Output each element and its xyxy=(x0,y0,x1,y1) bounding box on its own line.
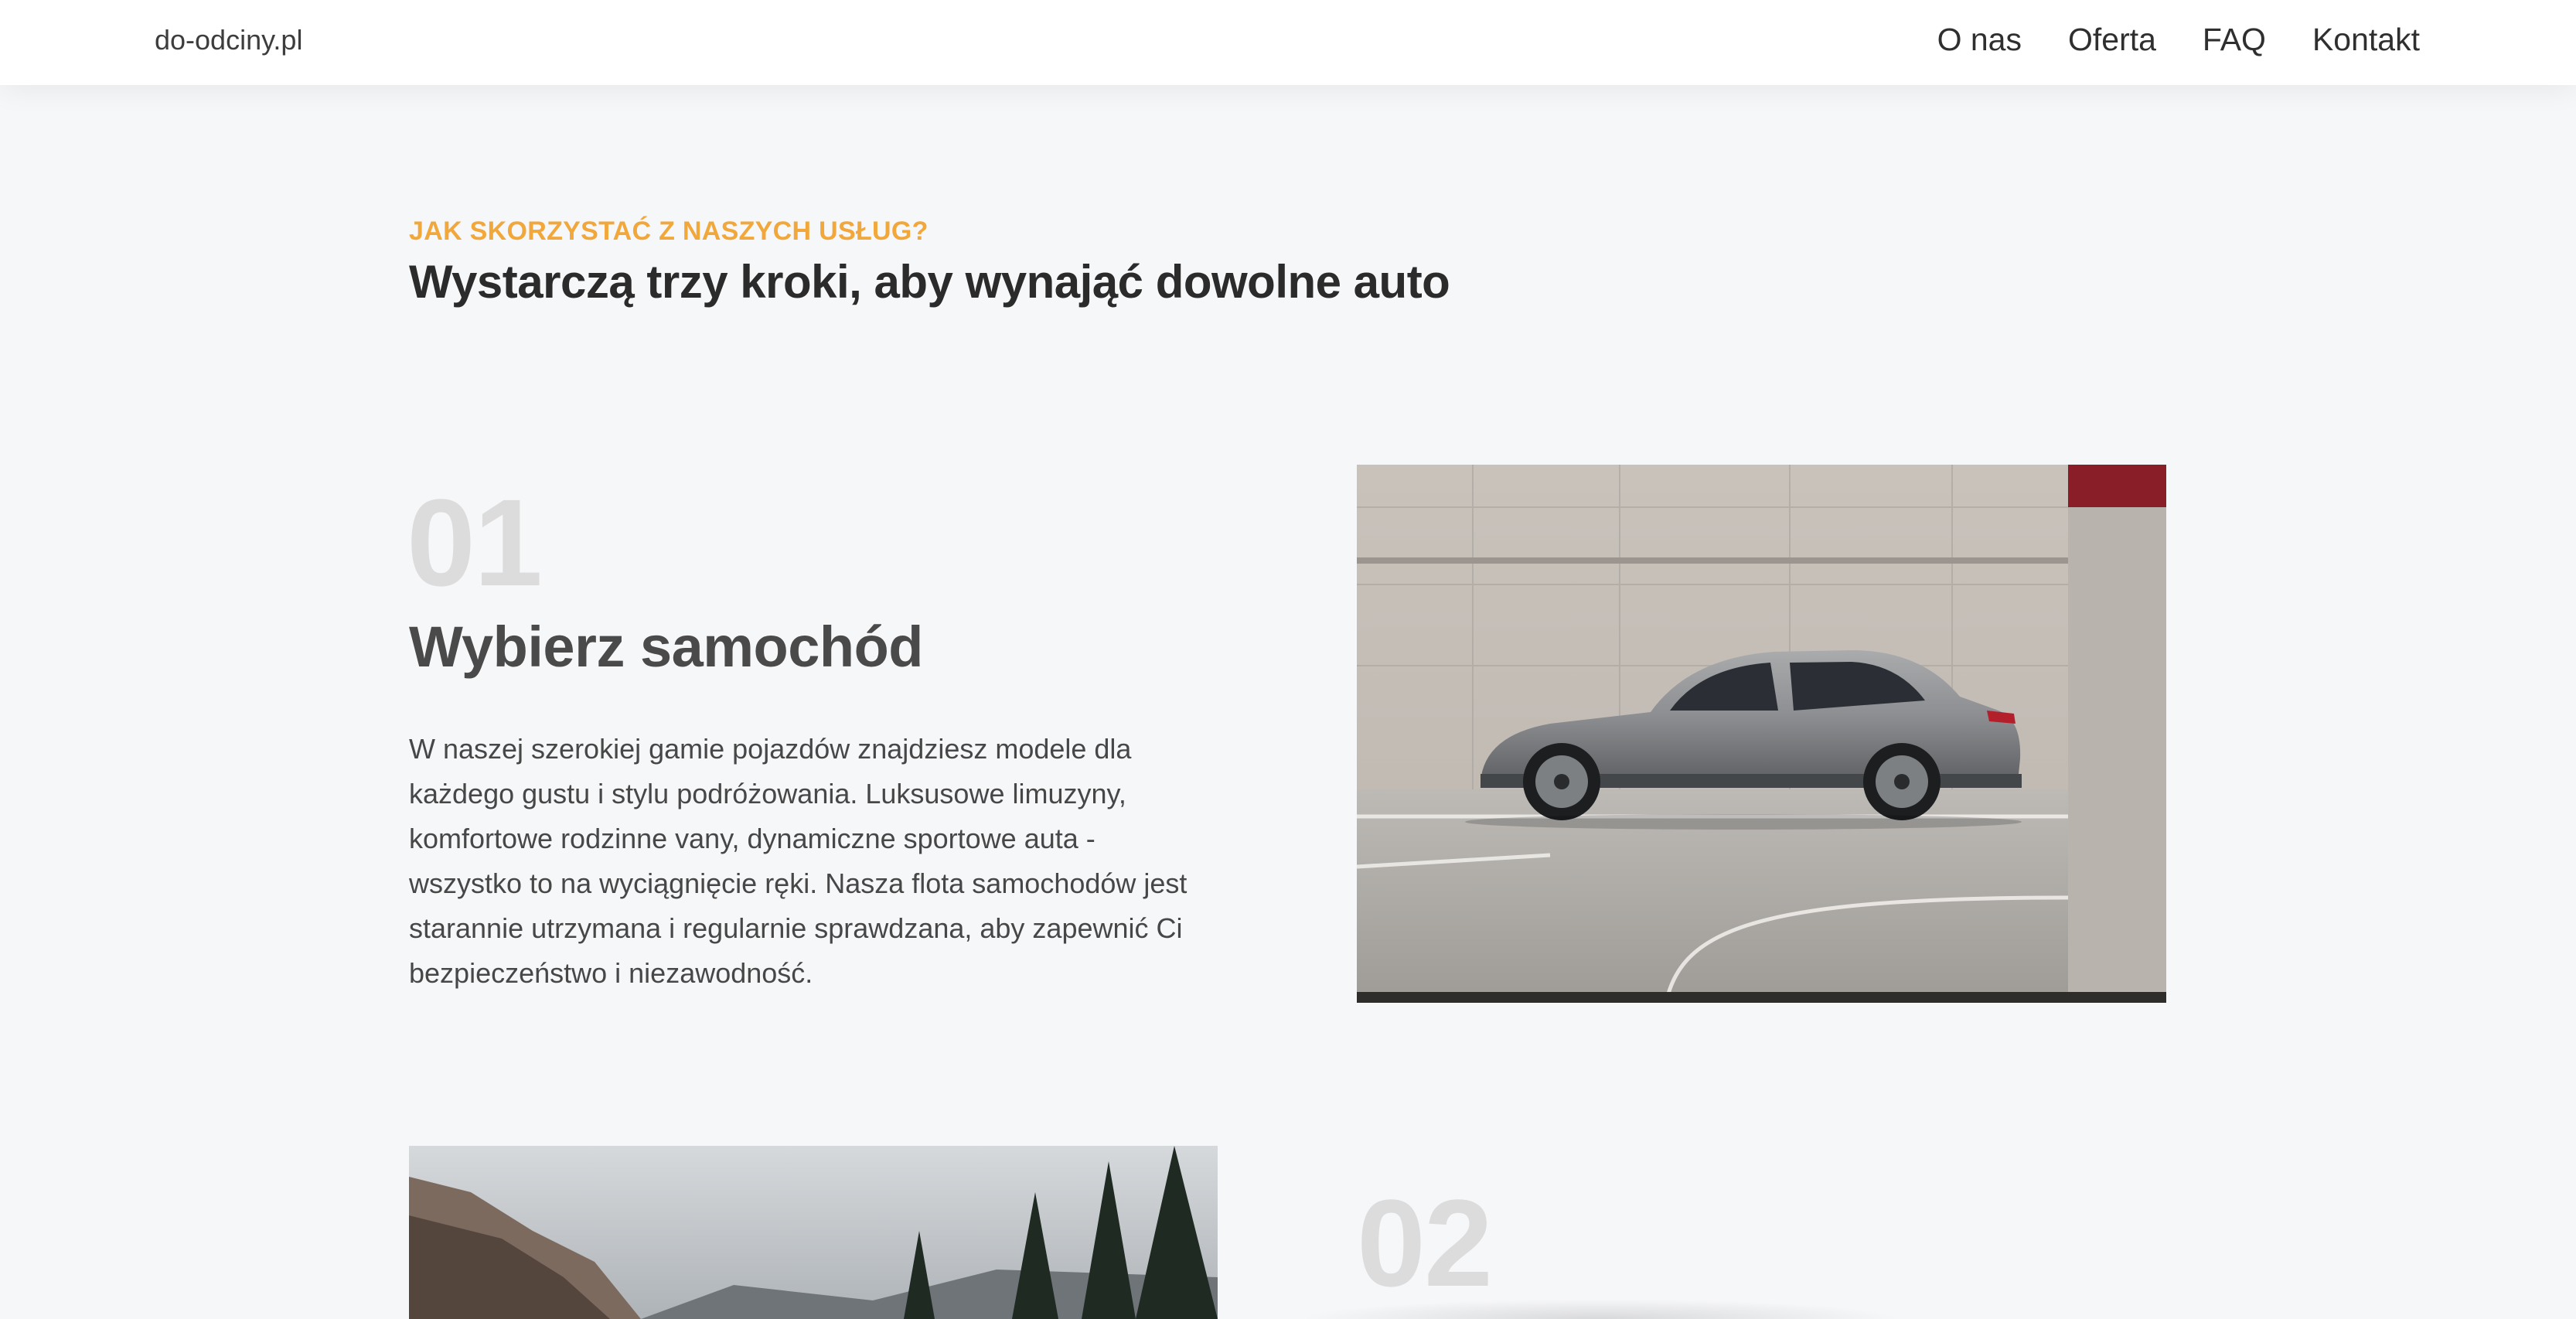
step-1-title: Wybierz samochód xyxy=(409,615,924,679)
nav-link-oferta[interactable]: Oferta xyxy=(2068,19,2156,60)
car-photo xyxy=(1357,465,2166,1003)
mountain-forest-photo xyxy=(409,1146,1218,1319)
nav-link-o-nas[interactable]: O nas xyxy=(1937,19,2022,60)
step-1-description: W naszej szerokiej gamie pojazdów znajdz… xyxy=(409,733,1187,989)
section-title: Wystarczą trzy kroki, aby wynająć dowoln… xyxy=(409,256,1450,308)
main-navigation: O nas Oferta FAQ Kontakt xyxy=(1937,19,2420,60)
nav-link-faq[interactable]: FAQ xyxy=(2203,19,2266,60)
nav-link-kontakt[interactable]: Kontakt xyxy=(2312,19,2420,60)
section-eyebrow: JAK SKORZYSTAĆ Z NASZYCH USŁUG? xyxy=(409,216,929,246)
step-2-number: 02 xyxy=(1357,1174,1493,1312)
card-shadow xyxy=(1299,1299,1902,1319)
brand-logo-link[interactable]: do-odciny.pl xyxy=(155,22,302,59)
step-1-number: 01 xyxy=(407,473,543,612)
navbar: do-odciny.pl O nas Oferta FAQ Kontakt xyxy=(0,0,2576,85)
